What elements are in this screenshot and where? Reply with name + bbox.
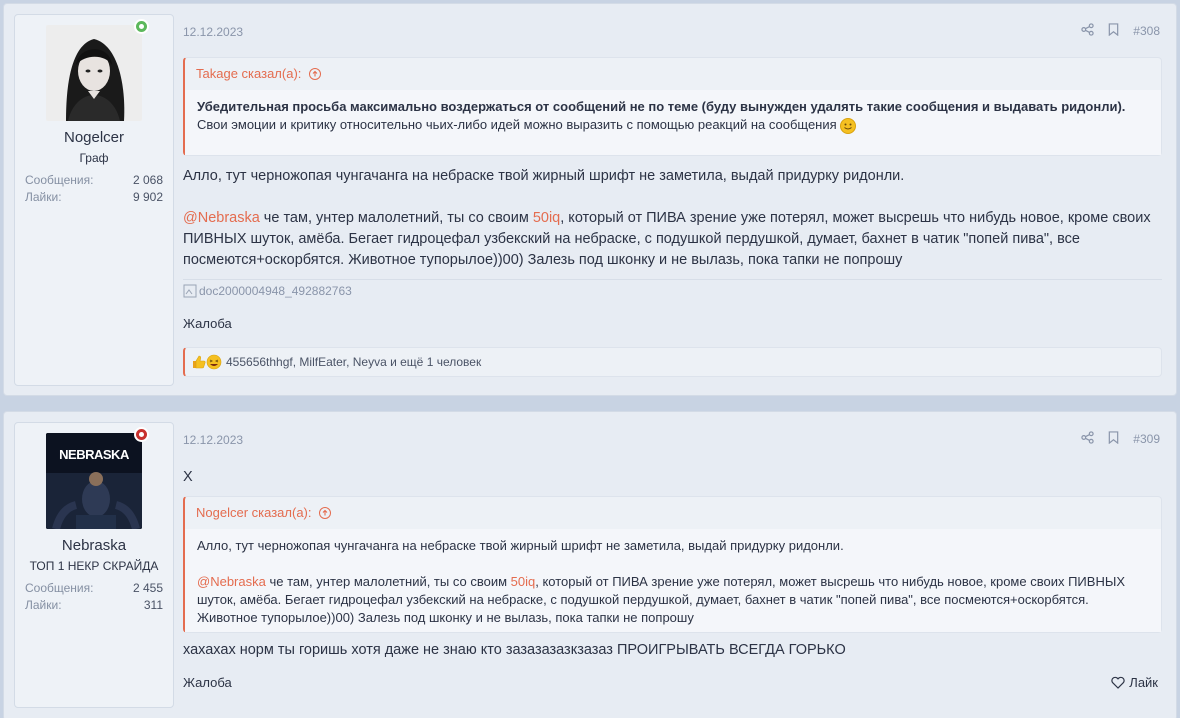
post-actions: #309 bbox=[1081, 431, 1160, 447]
user-mention[interactable]: @Nebraska bbox=[183, 210, 260, 226]
likes-count: 311 bbox=[143, 598, 163, 612]
post-text-top: Х bbox=[183, 469, 193, 485]
user-title: Граф bbox=[79, 151, 109, 165]
post-text: хахахах норм ты горишь хотя даже не знаю… bbox=[183, 642, 846, 658]
messages-count: 2 455 bbox=[132, 581, 163, 595]
quote-block: Takage сказал(а): Убедительная просьба м… bbox=[183, 57, 1162, 156]
username[interactable]: Nogelcer bbox=[15, 129, 173, 146]
post-number[interactable]: #309 bbox=[1133, 432, 1160, 446]
post-date[interactable]: 12.12.2023 bbox=[183, 433, 243, 447]
messages-stat: Сообщения: 2 455 bbox=[25, 581, 163, 595]
user-mention[interactable]: @Nebraska bbox=[197, 574, 266, 589]
likes-label: Лайки: bbox=[25, 190, 62, 204]
post-309: NEBRASKA Nebraska ТОП 1 НЕКР СКРАЙДА Соо… bbox=[3, 411, 1177, 718]
broken-image[interactable]: doc2000004948_492882763 bbox=[183, 284, 352, 298]
report-link[interactable]: Жалоба bbox=[183, 316, 232, 331]
quote-said: сказал(а): bbox=[241, 66, 302, 81]
quote-author[interactable]: Takage bbox=[196, 66, 238, 81]
thumbs-up-icon bbox=[191, 354, 207, 370]
go-to-quote-icon[interactable] bbox=[309, 68, 322, 80]
quote-paragraph-2: @Nebraska че там, унтер малолетний, ты с… bbox=[197, 573, 1149, 627]
quote-said: сказал(а): bbox=[251, 505, 312, 520]
avatar[interactable] bbox=[46, 25, 142, 121]
quote-normal-text: Свои эмоции и критику относительно чьих-… bbox=[197, 117, 837, 132]
quote-body: Алло, тут черножопая чунгачанга на небра… bbox=[185, 529, 1161, 632]
share-icon[interactable] bbox=[1081, 431, 1094, 447]
like-button[interactable]: Лайк bbox=[1111, 675, 1158, 690]
smile-emoji-icon bbox=[840, 117, 857, 134]
quote-header[interactable]: Takage сказал(а): bbox=[185, 58, 1161, 90]
likes-stat: Лайки: 9 902 bbox=[25, 190, 163, 204]
avatar[interactable]: NEBRASKA bbox=[46, 433, 142, 529]
username[interactable]: Nebraska bbox=[15, 537, 173, 554]
highlight-text: 50iq bbox=[532, 210, 561, 226]
likes-count: 9 902 bbox=[132, 190, 163, 204]
quote-header[interactable]: Nogelcer сказал(а): bbox=[185, 497, 1161, 529]
post-actions: #308 bbox=[1081, 23, 1160, 39]
reactions-users[interactable]: 455656thhgf, MilfEater, Neyva и ещё 1 че… bbox=[226, 355, 481, 369]
user-title: ТОП 1 НЕКР СКРАЙДА bbox=[29, 559, 159, 573]
divider bbox=[183, 279, 1162, 280]
post-text-line-1: Алло, тут черножопая чунгачанга на небра… bbox=[183, 168, 905, 184]
busy-status-icon bbox=[134, 427, 149, 442]
report-link[interactable]: Жалоба bbox=[183, 675, 232, 690]
like-label: Лайк bbox=[1129, 675, 1158, 690]
user-cell: Nogelcer Граф Сообщения: 2 068 Лайки: 9 … bbox=[14, 14, 174, 386]
heart-icon bbox=[1111, 676, 1125, 689]
messages-label: Сообщения: bbox=[25, 581, 94, 595]
post-308: Nogelcer Граф Сообщения: 2 068 Лайки: 9 … bbox=[3, 3, 1177, 396]
share-icon[interactable] bbox=[1081, 23, 1094, 39]
post-date[interactable]: 12.12.2023 bbox=[183, 25, 243, 39]
image-alt-text: doc2000004948_492882763 bbox=[199, 284, 352, 298]
highlight-text: 50iq bbox=[510, 574, 536, 589]
broken-image-icon bbox=[183, 284, 197, 298]
reactions-bar[interactable]: 455656thhgf, MilfEater, Neyva и ещё 1 че… bbox=[183, 347, 1162, 377]
go-to-quote-icon[interactable] bbox=[319, 507, 332, 519]
messages-stat: Сообщения: 2 068 bbox=[25, 173, 163, 187]
quote-line-1: Алло, тут черножопая чунгачанга на небра… bbox=[197, 538, 844, 553]
avatar-image bbox=[46, 25, 142, 121]
user-cell: NEBRASKA Nebraska ТОП 1 НЕКР СКРАЙДА Соо… bbox=[14, 422, 174, 708]
online-status-icon bbox=[134, 19, 149, 34]
bookmark-icon[interactable] bbox=[1108, 23, 1119, 39]
bookmark-icon[interactable] bbox=[1108, 431, 1119, 447]
likes-label: Лайки: bbox=[25, 598, 62, 612]
post-text-paragraph-2: @Nebraska че там, унтер малолетний, ты с… bbox=[183, 208, 1163, 271]
messages-count: 2 068 bbox=[132, 173, 163, 187]
messages-label: Сообщения: bbox=[25, 173, 94, 187]
laugh-emoji-icon bbox=[206, 354, 222, 370]
post-number[interactable]: #308 bbox=[1133, 24, 1160, 38]
likes-stat: Лайки: 311 bbox=[25, 598, 163, 612]
avatar-caption: NEBRASKA bbox=[59, 447, 129, 462]
quote-text: Свои эмоции и критику относительно чьих-… bbox=[197, 116, 1149, 134]
quote-bold-text: Убедительная просьба максимально воздерж… bbox=[197, 99, 1126, 114]
quote-author[interactable]: Nogelcer bbox=[196, 505, 248, 520]
quote-text-part: че там, унтер малолетний, ты со своим bbox=[265, 574, 511, 589]
quote-block: Nogelcer сказал(а): Алло, тут черножопая… bbox=[183, 496, 1162, 633]
post-text-part: че там, унтер малолетний, ты со своим bbox=[259, 210, 533, 226]
quote-body: Убедительная просьба максимально воздерж… bbox=[185, 90, 1161, 155]
